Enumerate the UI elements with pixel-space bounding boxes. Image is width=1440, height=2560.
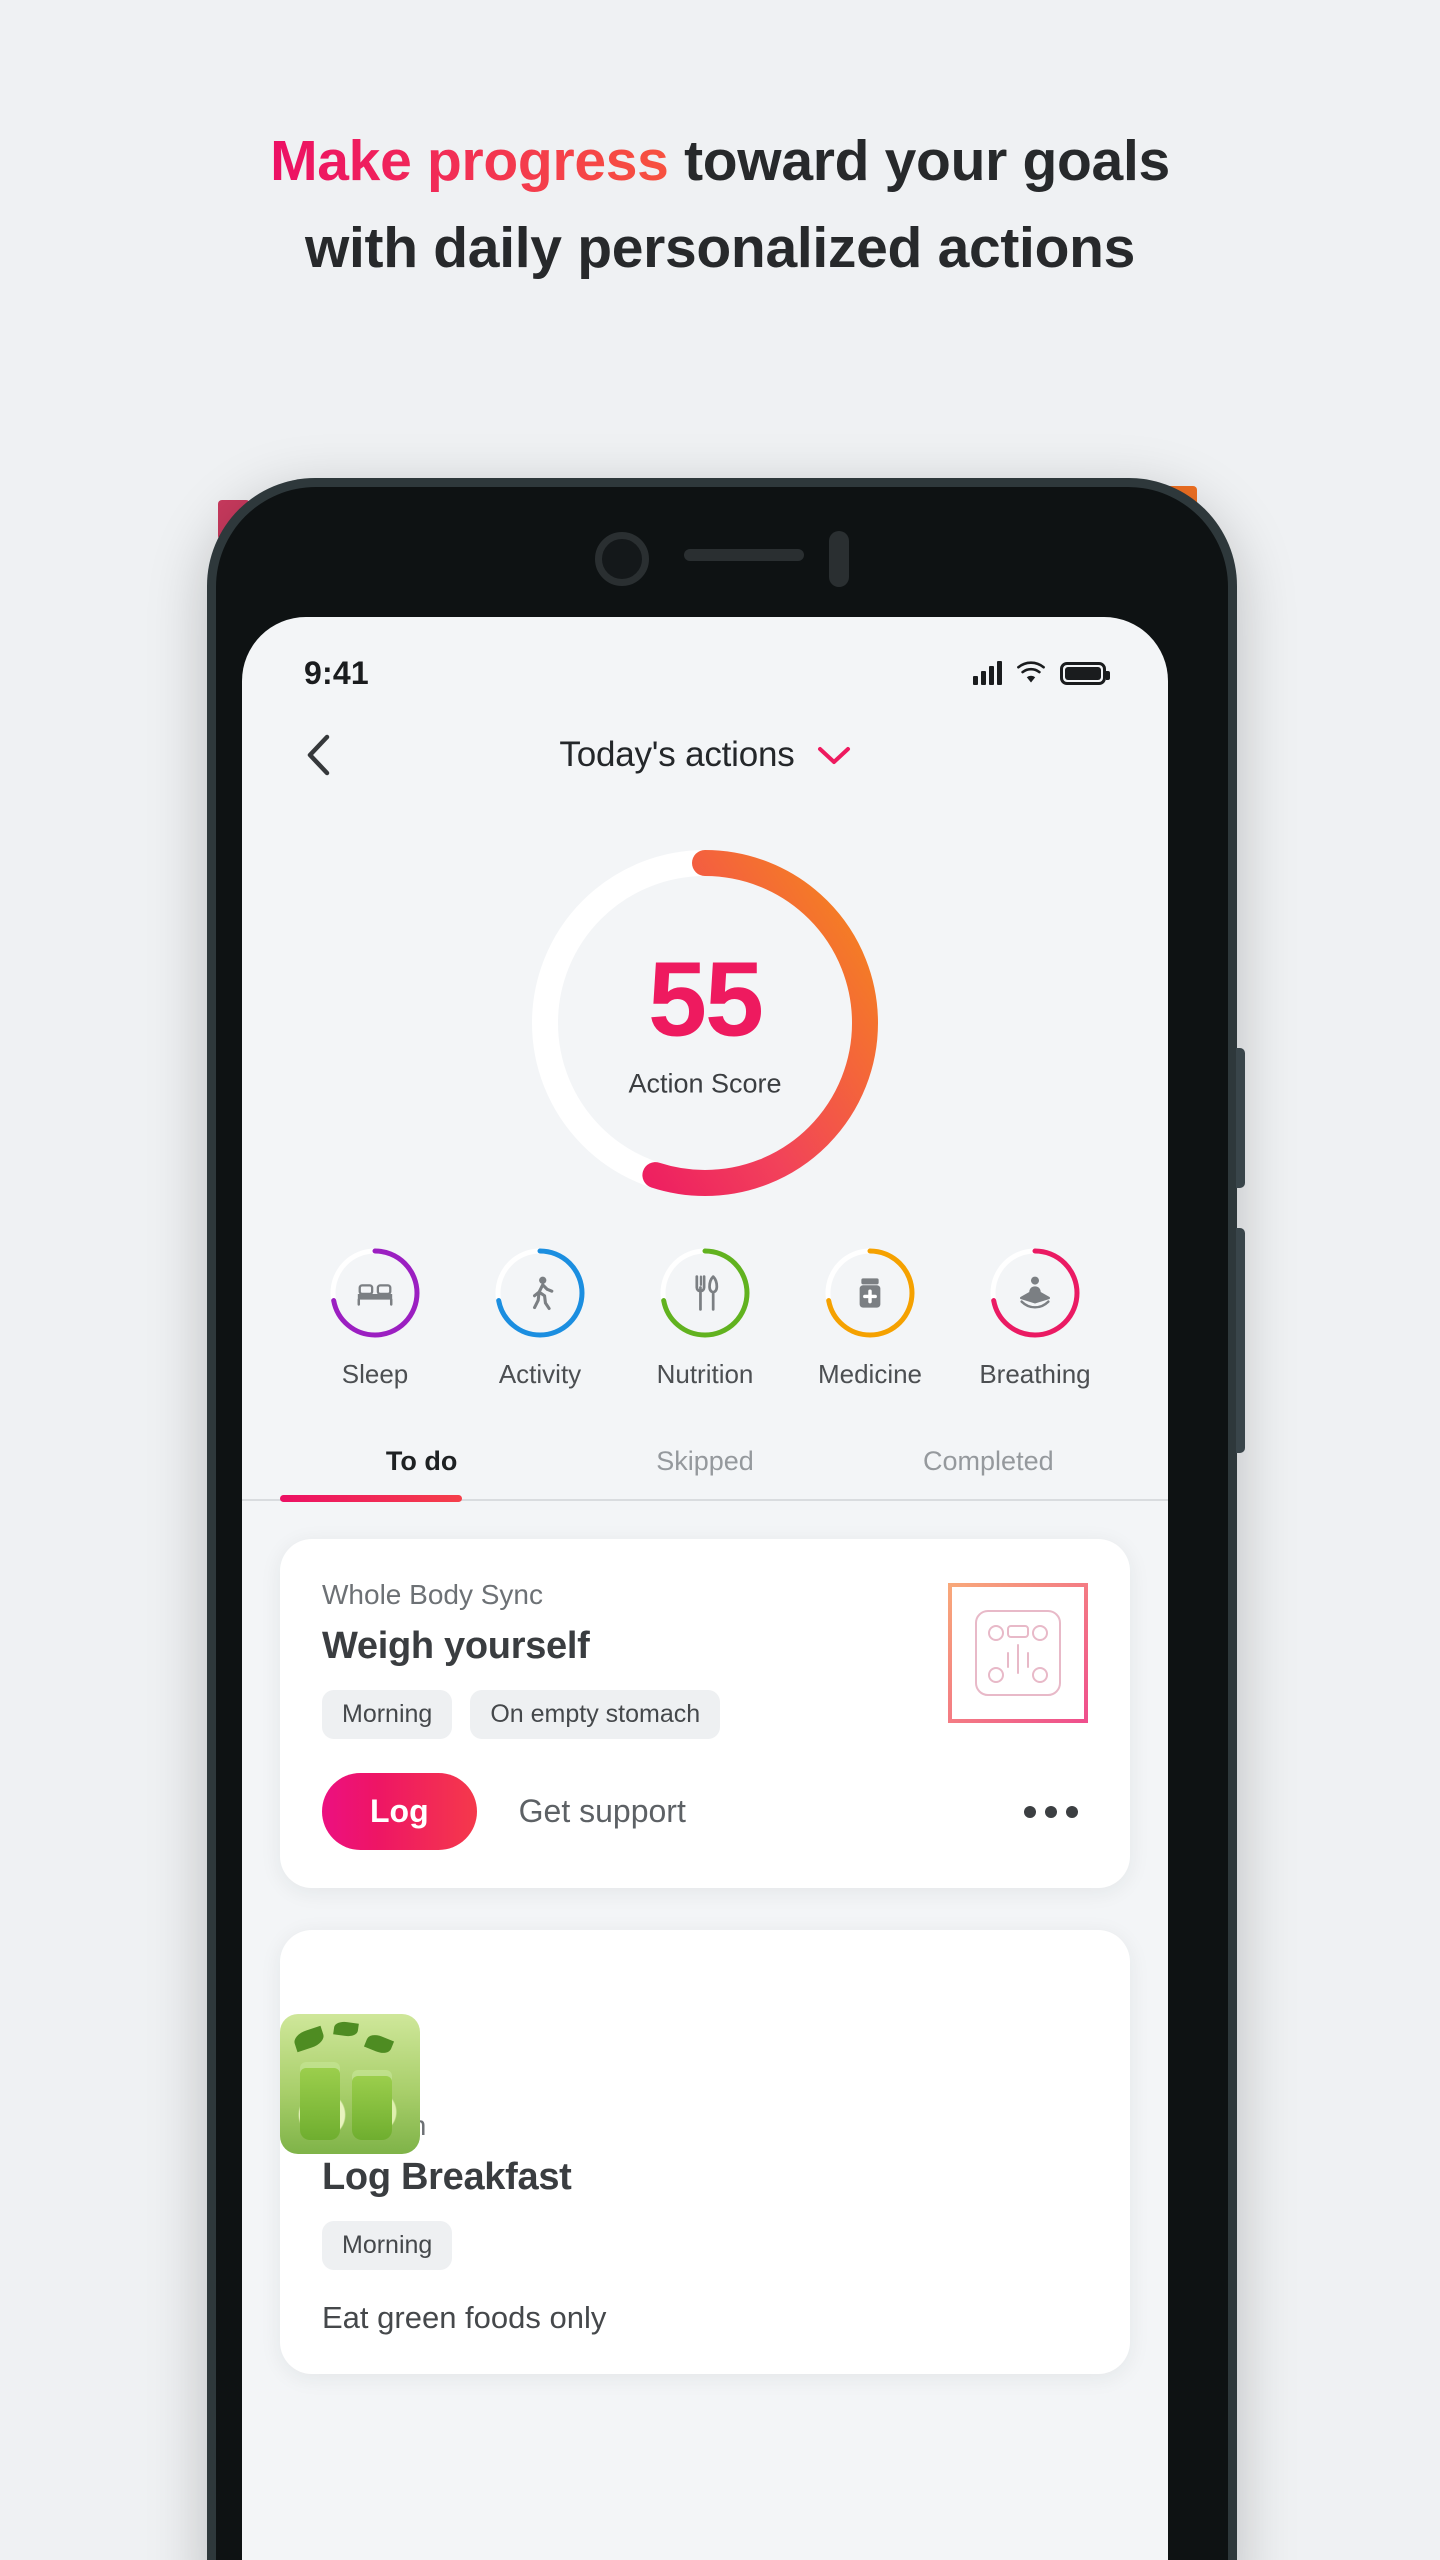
card-chip: Morning <box>322 2221 453 2270</box>
card-category: Nutrition <box>322 2110 1088 2142</box>
category-ring <box>327 1245 423 1341</box>
card-chip: Morning <box>322 1690 453 1739</box>
phone-mockup: 9:41 Today's actions 55 Action Score Sle… <box>207 478 1245 2560</box>
category-label: Breathing <box>979 1359 1091 1389</box>
headline-rest: toward your goals <box>668 129 1170 193</box>
page-title: Today's actions <box>559 735 795 774</box>
earpiece-speaker-icon <box>684 549 804 561</box>
headline-line-2: with daily personalized actions <box>304 216 1136 281</box>
more-horizontal-icon[interactable] <box>1014 1796 1088 1828</box>
category-medicine[interactable]: Medicine <box>795 1245 945 1390</box>
category-ring <box>492 1245 588 1341</box>
category-ring <box>987 1245 1083 1341</box>
bed-icon <box>353 1271 397 1315</box>
scale-graphic <box>975 1610 1061 1696</box>
page-headline: Make progress toward your goals with dai… <box>0 128 1440 283</box>
pill-bottle-icon <box>848 1271 892 1315</box>
tab-skipped[interactable]: Skipped <box>563 1446 846 1499</box>
card-actions: Log Get support <box>322 1773 1088 1850</box>
status-icons <box>973 661 1110 685</box>
proximity-sensor-icon <box>829 531 849 587</box>
get-support-link[interactable]: Get support <box>519 1793 686 1830</box>
category-label: Activity <box>498 1359 582 1389</box>
action-score-ring[interactable]: 55 Action Score <box>242 813 1168 1233</box>
action-card[interactable]: Whole Body Sync Weigh yourself Morning On e… <box>280 1539 1130 1888</box>
category-ring-list: Sleep Activity Nutrition Medicine Breathing <box>242 1233 1168 1390</box>
log-button[interactable]: Log <box>322 1773 477 1850</box>
walking-icon <box>518 1271 562 1315</box>
tab-completed[interactable]: Completed <box>847 1446 1130 1499</box>
green-smoothie-photo <box>280 2014 420 2154</box>
category-breathing[interactable]: Breathing <box>960 1245 1110 1390</box>
active-tab-underline <box>280 1495 462 1502</box>
status-time: 9:41 <box>304 654 369 691</box>
phone-volume-button[interactable] <box>1236 1048 1245 1188</box>
chevron-left-icon <box>307 734 330 776</box>
status-bar: 9:41 <box>242 617 1168 703</box>
action-card[interactable]: Nutrition Log Breakfast Morning Eat green f… <box>280 1930 1130 2374</box>
headline-accent: Make progress <box>270 129 669 193</box>
category-label: Medicine <box>817 1359 923 1389</box>
tab-to-do[interactable]: To do <box>280 1446 563 1499</box>
wifi-icon <box>1017 661 1045 683</box>
back-button[interactable] <box>290 727 346 783</box>
action-card-list: Whole Body Sync Weigh yourself Morning On e… <box>242 1501 1168 2374</box>
cutlery-icon <box>683 1271 727 1315</box>
meditation-icon <box>1013 1271 1057 1315</box>
cellular-signal-icon <box>973 661 1002 685</box>
phone-bezel: 9:41 Today's actions 55 Action Score Sle… <box>216 487 1228 2560</box>
phone-screen: 9:41 Today's actions 55 Action Score Sle… <box>242 617 1168 2560</box>
card-note: Eat green foods only <box>322 2300 607 2335</box>
app-navbar: Today's actions <box>242 703 1168 807</box>
card-chip: On empty stomach <box>470 1690 721 1739</box>
front-camera-icon <box>595 532 649 586</box>
battery-full-icon <box>1060 662 1110 685</box>
card-title: Log Breakfast <box>322 2156 572 2198</box>
category-nutrition[interactable]: Nutrition <box>630 1245 780 1390</box>
chevron-down-icon <box>817 747 850 764</box>
date-dropdown-button[interactable] <box>817 745 851 765</box>
smart-scale-icon <box>948 1583 1088 1723</box>
score-ring-graphic <box>532 850 878 1196</box>
category-sleep[interactable]: Sleep <box>300 1245 450 1390</box>
phone-power-button[interactable] <box>1236 1228 1245 1453</box>
category-activity[interactable]: Activity <box>465 1245 615 1390</box>
category-ring <box>657 1245 753 1341</box>
category-label: Nutrition <box>656 1359 754 1389</box>
status-tabs: To do Skipped Completed <box>242 1446 1168 1502</box>
card-chip-list: Morning <box>322 2221 1088 2270</box>
category-label: Sleep <box>341 1359 409 1389</box>
marketing-screenshot-page: Make progress toward your goals with dai… <box>0 0 1440 2560</box>
category-ring <box>822 1245 918 1341</box>
